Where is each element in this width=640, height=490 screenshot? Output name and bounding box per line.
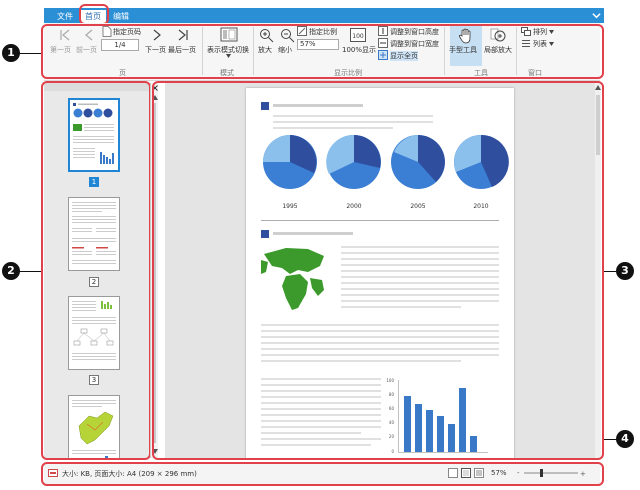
ribbon-highlight [41,24,604,79]
status-bar-highlight [41,462,604,486]
thumbnail-panel-highlight [41,81,151,460]
tab-file[interactable]: 文件 [52,10,78,23]
callout-2: 2 [2,262,20,280]
home-tab-highlight [79,4,109,25]
callout-leader [604,271,616,272]
callout-leader [19,53,41,54]
app-window: 文件 首页 编辑 第一页 前一页 指定页码 1/4 下一页 最后一页 页 表示模… [0,0,640,490]
tab-bar: 文件 首页 编辑 [44,8,604,23]
callout-1: 1 [2,44,20,62]
chevron-down-icon[interactable] [592,11,601,20]
callout-3: 3 [616,262,634,280]
document-view-highlight [152,81,604,460]
callout-leader [19,271,41,272]
callout-4: 4 [616,430,634,448]
tab-edit[interactable]: 编辑 [108,10,134,23]
callout-leader [604,439,616,440]
